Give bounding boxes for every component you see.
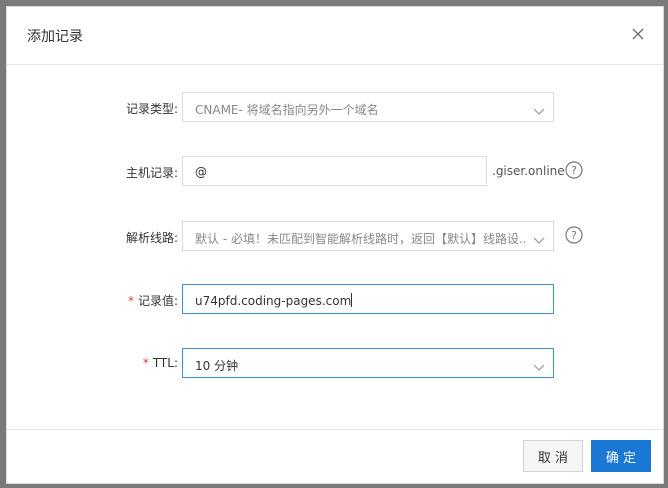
host-record-input[interactable]: @ [182,156,487,186]
resolution-line-select[interactable]: 默认 - 必填！未匹配到智能解析线路时，返回【默认】线路设... [182,221,554,251]
text-cursor [351,293,353,307]
resolution-line-label: 解析线路: [125,231,178,245]
dialog-header: 添加记录 [7,7,663,65]
cancel-button[interactable]: 取 消 [523,440,583,472]
record-type-row: 记录类型: CNAME- 将域名指向另外一个域名 [7,92,663,124]
required-mark: * [127,294,134,308]
confirm-button[interactable]: 确 定 [591,440,651,472]
help-icon[interactable]: ? [565,161,583,179]
record-type-value: CNAME- 将域名指向另外一个域名 [195,103,379,117]
ttl-value: 10 分钟 [195,359,239,373]
ttl-label: * TTL: [143,356,178,370]
ttl-select[interactable]: 10 分钟 [182,348,554,378]
chevron-down-icon [533,358,545,371]
host-record-row: 主机记录: @ .giser.online ? [7,156,663,188]
record-type-label: 记录类型: [125,102,178,116]
record-value-label-text: 记录值: [137,294,178,308]
chevron-down-icon [533,102,545,115]
ttl-label-text: TTL: [152,356,178,370]
dialog-footer: 取 消 确 定 [7,429,663,483]
domain-suffix: .giser.online [492,164,565,178]
record-value-input[interactable]: u74pfd.coding-pages.com [182,284,554,314]
ttl-row: * TTL: 10 分钟 [7,348,663,380]
host-record-value: @ [195,165,207,179]
resolution-line-row: 解析线路: 默认 - 必填！未匹配到智能解析线路时，返回【默认】线路设... ? [7,221,663,253]
resolution-line-value: 默认 - 必填！未匹配到智能解析线路时，返回【默认】线路设... [195,232,525,246]
host-record-label: 主机记录: [125,166,178,180]
add-record-dialog: 添加记录 记录类型: CNAME- 将域名指向另外一个域名 主机记录: @ .g… [6,6,664,484]
record-value-row: * 记录值: u74pfd.coding-pages.com [7,284,663,316]
record-value-label: * 记录值: [128,292,178,309]
dialog-title: 添加记录 [27,29,83,45]
required-mark: * [142,356,149,370]
record-value-content: u74pfd.coding-pages.com [195,294,352,308]
help-icon[interactable]: ? [565,226,583,244]
record-value-text: u74pfd.coding-pages.com [195,293,525,308]
svg-text:?: ? [571,229,577,242]
record-type-select[interactable]: CNAME- 将域名指向另外一个域名 [182,92,554,122]
svg-text:?: ? [571,164,577,177]
chevron-down-icon [533,231,545,244]
close-icon[interactable] [629,25,647,43]
